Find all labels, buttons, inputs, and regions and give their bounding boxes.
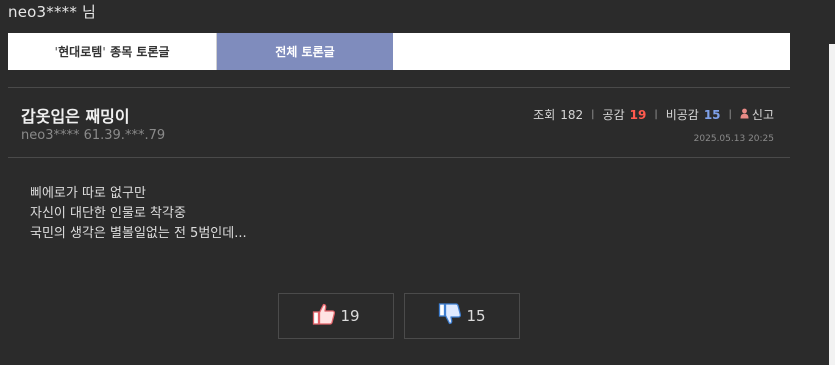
body-line: 국민의 생각은 별볼일없는 전 5범인데... <box>30 226 247 241</box>
user-greeting: neo3**** 님 <box>8 3 97 21</box>
disagree-button-count: 15 <box>466 307 486 325</box>
thumbs-down-icon <box>438 302 462 330</box>
tab-stock-name: 현대로템 <box>58 45 103 59</box>
post-title: 갑옷입은 째밍이 <box>21 107 130 126</box>
tabs-filler <box>393 33 790 70</box>
post-stats: 조회 182 | 공감 19 | 비공감 15 | 신고 <box>533 106 774 123</box>
views-label: 조회 <box>533 108 556 122</box>
agree-count: 19 <box>629 107 647 122</box>
post-date: 2025.05.13 20:25 <box>693 134 774 144</box>
post-author: neo3**** 61.39.***.79 <box>21 128 166 143</box>
tab-stock-discussion[interactable]: ' 현대로템 ' 종목 토론글 <box>8 33 217 70</box>
body-divider <box>8 157 790 158</box>
stats-separator: | <box>654 109 658 120</box>
stats-separator: | <box>728 109 732 120</box>
views-count: 182 <box>560 107 584 122</box>
header-divider <box>8 87 790 88</box>
discussion-tabs: ' 현대로템 ' 종목 토론글 전체 토론글 <box>8 33 790 70</box>
report-button[interactable]: 신고 <box>740 106 774 123</box>
agree-label: 공감 <box>602 108 625 122</box>
agree-button[interactable]: 19 <box>278 293 394 339</box>
report-label: 신고 <box>751 108 774 122</box>
agree-button-count: 19 <box>340 307 360 325</box>
scrollbar[interactable] <box>829 44 835 365</box>
person-icon <box>740 108 749 122</box>
tab-stock-suffix: 종목 토론글 <box>105 45 170 59</box>
disagree-label: 비공감 <box>665 108 699 122</box>
thumbs-up-icon <box>312 302 336 330</box>
body-line: 자신이 대단한 인물로 착각중 <box>30 206 186 221</box>
disagree-button[interactable]: 15 <box>404 293 520 339</box>
tab-all-discussion[interactable]: 전체 토론글 <box>217 33 393 70</box>
disagree-count: 15 <box>703 107 721 122</box>
body-line: 삐에로가 따로 없구만 <box>30 186 146 201</box>
discussion-page: neo3**** 님 ' 현대로템 ' 종목 토론글 전체 토론글 갑옷입은 째밍이… <box>0 0 835 365</box>
stats-separator: | <box>591 109 595 120</box>
post-body: 삐에로가 따로 없구만 자신이 대단한 인물로 착각중 국민의 생각은 별볼일없… <box>30 184 247 244</box>
